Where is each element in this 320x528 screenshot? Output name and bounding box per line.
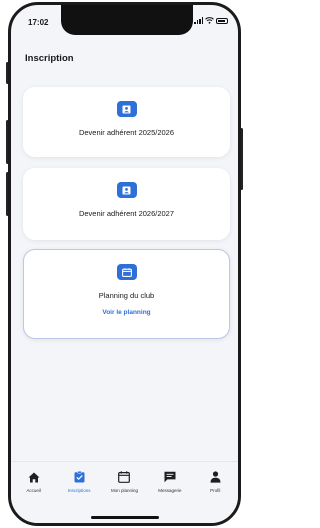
view-planning-link[interactable]: Voir le planning (102, 309, 150, 316)
tab-label: Inscriptions (67, 488, 91, 493)
signal-icon (194, 17, 203, 24)
chat-icon (164, 470, 176, 484)
wifi-icon (205, 17, 214, 24)
card-label: Devenir adhérent 2026/2027 (78, 209, 175, 218)
person-icon (210, 470, 221, 484)
home-icon (28, 470, 40, 484)
tab-label: Accueil (26, 488, 41, 493)
card-label: Planning du club (98, 291, 155, 300)
card-membership-2025[interactable]: Devenir adhérent 2025/2026 (23, 87, 230, 157)
notch (61, 5, 193, 35)
id-badge-icon (116, 101, 137, 117)
clipboard-check-icon (74, 470, 85, 484)
id-badge-icon (116, 182, 137, 198)
bottom-tab-bar: Accueil Inscriptions Mon planning Messag… (11, 461, 238, 523)
battery-icon (216, 17, 228, 24)
calendar-icon (118, 470, 131, 484)
status-bar: 17:02 (11, 5, 238, 39)
page-title: Inscription (25, 53, 74, 64)
tab-profil[interactable]: Profil (193, 470, 237, 523)
tab-label: Mon planning (110, 488, 138, 493)
phone-frame: 17:02 Inscription Devenir adhérent 2025/… (8, 2, 241, 526)
home-indicator (91, 516, 159, 519)
card-club-planning[interactable]: Planning du club Voir le planning (23, 249, 230, 339)
card-label: Devenir adhérent 2025/2026 (78, 128, 175, 137)
tab-label: Messagerie (158, 488, 182, 493)
tab-label: Profil (210, 488, 221, 493)
tab-accueil[interactable]: Accueil (12, 470, 56, 523)
card-membership-2026[interactable]: Devenir adhérent 2026/2027 (23, 168, 230, 240)
status-icons (194, 17, 228, 24)
calendar-icon (116, 264, 137, 280)
status-time: 17:02 (28, 18, 49, 27)
